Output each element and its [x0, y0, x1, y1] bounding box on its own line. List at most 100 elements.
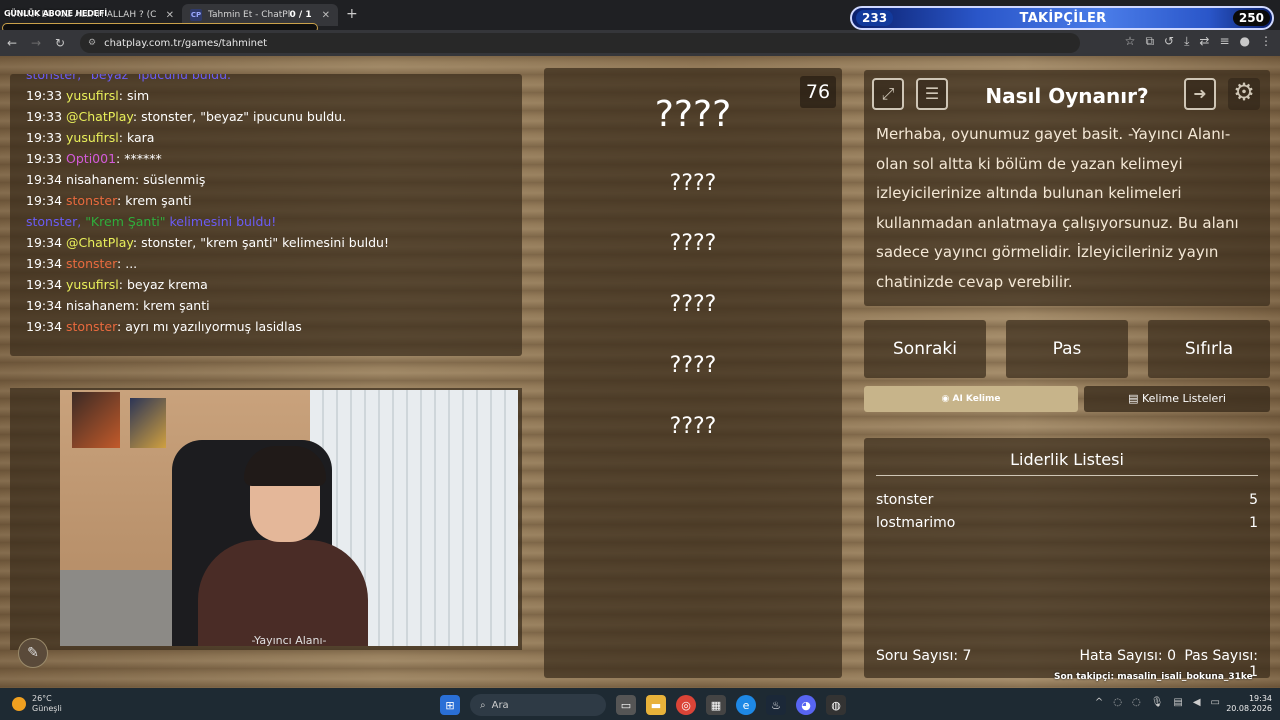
main-word: ????: [654, 94, 732, 135]
chat-time: 19:34: [26, 298, 63, 313]
player-name: lostmarimo: [876, 515, 956, 531]
chat-time: 19:34: [26, 172, 63, 187]
leaderboard-row: stonster 5: [876, 492, 1258, 508]
translate-icon[interactable]: ⇄: [1199, 34, 1209, 49]
how-to-play-title: Nasıl Oynanır?: [985, 84, 1149, 108]
chat-username[interactable]: stonster,: [26, 74, 81, 82]
reload-icon[interactable]: ↻: [48, 36, 72, 50]
player-score: 5: [1249, 492, 1258, 508]
volume-icon[interactable]: ◀: [1193, 697, 1201, 708]
chat-text: : kara: [118, 130, 155, 145]
chat-time: 19:34: [26, 235, 63, 250]
followers-label: TAKİPÇİLER: [1019, 10, 1107, 26]
obs-icon[interactable]: ◍: [826, 695, 846, 715]
word-lists-button[interactable]: ▤ Kelime Listeleri: [1084, 386, 1270, 412]
reset-button[interactable]: Sıfırla: [1148, 320, 1270, 378]
search-label: Ara: [491, 699, 509, 711]
chat-username[interactable]: nisahanem: [66, 298, 135, 313]
ai-icon: ◉: [941, 394, 953, 404]
fullscreen-icon[interactable]: ⤢: [872, 78, 904, 110]
battery-icon[interactable]: ▭: [1211, 697, 1220, 708]
chat-username[interactable]: stonster,: [26, 214, 81, 229]
steam-icon[interactable]: ♨: [766, 695, 786, 715]
chat-message: 19:33 yusufirsl: kara: [26, 127, 522, 148]
download-icon[interactable]: ⤓: [1184, 34, 1189, 49]
exit-icon[interactable]: ➜: [1184, 78, 1216, 110]
browser-nav-bar: ← → ↻ ⚙ chatplay.com.tr/games/tahminet ☆…: [0, 30, 1280, 56]
tray-chevron-icon[interactable]: ^: [1095, 697, 1103, 708]
chat-text: : ayrı mı yazılıyormuş lasidlas: [117, 319, 302, 334]
gear-icon[interactable]: ⚙: [1228, 78, 1260, 110]
close-icon[interactable]: ✕: [166, 10, 174, 21]
notes-icon[interactable]: ☰: [916, 78, 948, 110]
chat-username[interactable]: nisahanem: [66, 172, 135, 187]
chat-time: 19:34: [26, 319, 63, 334]
network-icon[interactable]: ▤: [1173, 697, 1182, 708]
system-clock[interactable]: 19:34 20.08.2026: [1226, 694, 1272, 714]
profile-icon[interactable]: ●: [1240, 34, 1250, 49]
chat-username[interactable]: stonster: [66, 319, 117, 334]
media-icon[interactable]: ≡: [1219, 34, 1229, 49]
chatplay-favicon-icon: CP: [190, 9, 202, 21]
forward-icon[interactable]: →: [24, 36, 48, 50]
chat-text: : sim: [118, 88, 150, 103]
leaderboard-panel: Liderlik Listesi stonster 5 lostmarimo 1…: [864, 438, 1270, 680]
leaderboard-title: Liderlik Listesi: [876, 450, 1258, 476]
site-info-icon[interactable]: ⚙: [88, 38, 96, 48]
windows-start-icon[interactable]: ⊞: [440, 695, 460, 715]
mic-icon[interactable]: 🎙: [1151, 697, 1164, 708]
chat-username[interactable]: yusufirsl: [66, 277, 119, 292]
weather-widget[interactable]: 26°C Güneşli: [12, 694, 62, 714]
chat-username[interactable]: @ChatPlay: [66, 109, 133, 124]
chat-text: "beyaz" ipucunu buldu.: [81, 74, 231, 82]
chat-username[interactable]: @ChatPlay: [66, 235, 133, 250]
address-bar[interactable]: ⚙ chatplay.com.tr/games/tahminet: [80, 33, 1080, 53]
ai-word-label: AI Kelime: [952, 394, 1001, 404]
leaderboard-row: lostmarimo 1: [876, 515, 1258, 531]
followers-current: 233: [856, 10, 894, 26]
chat-text: : ******: [116, 151, 162, 166]
list-icon: ▤: [1128, 392, 1142, 405]
weather-desc: Güneşli: [32, 704, 62, 713]
taskbar-search[interactable]: ⌕ Ara: [470, 694, 606, 716]
history-icon[interactable]: ↺: [1164, 34, 1174, 49]
url-text: chatplay.com.tr/games/tahminet: [104, 37, 268, 49]
streamer-area-label: -Yayıncı Alanı-: [251, 634, 327, 647]
how-to-play-text: Merhaba, oyunumuz gayet basit. -Yayıncı …: [876, 125, 1239, 291]
menu-icon[interactable]: ⋮: [1260, 34, 1272, 49]
next-button[interactable]: Sonraki: [864, 320, 986, 378]
tray-app-icon[interactable]: ◌: [1132, 697, 1141, 708]
file-explorer-icon[interactable]: ▬: [646, 695, 666, 715]
windows-taskbar: 26°C Güneşli ⊞ ⌕ Ara ▭ ▬ ◎ ▦ e ♨ ◕ ◍ ^ ◌…: [0, 688, 1280, 720]
chrome-icon[interactable]: ◎: [676, 695, 696, 715]
chat-username[interactable]: yusufirsl: [66, 88, 119, 103]
chat-text: : stonster, "beyaz" ipucunu buldu.: [132, 109, 347, 124]
chat-username[interactable]: Opti001: [66, 151, 116, 166]
pencil-icon[interactable]: ✎: [18, 638, 48, 668]
player-score: 1: [1249, 515, 1258, 531]
system-tray: ^ ◌ ◌ 🎙 ▤ ◀ ▭: [1095, 697, 1220, 708]
close-icon[interactable]: ✕: [322, 10, 330, 21]
tray-app-icon[interactable]: ◌: [1113, 697, 1122, 708]
chat-message: 19:34 nisahanem: süslenmiş: [26, 169, 522, 190]
pass-button[interactable]: Pas: [1006, 320, 1128, 378]
followers-goal: 250: [1232, 10, 1270, 26]
back-icon[interactable]: ←: [0, 36, 24, 50]
search-icon: ⌕: [480, 699, 486, 711]
new-tab-icon[interactable]: +: [346, 6, 358, 22]
chat-username[interactable]: stonster: [66, 256, 117, 271]
word-lists-label: Kelime Listeleri: [1141, 392, 1226, 405]
chat-username[interactable]: yusufirsl: [66, 130, 119, 145]
ai-word-button[interactable]: ◉ AI Kelime: [864, 386, 1078, 412]
discord-icon[interactable]: ◕: [796, 695, 816, 715]
chat-text: : stonster, "krem şanti" kelimesini buld…: [132, 235, 389, 250]
extensions-icon[interactable]: ⧉: [1145, 34, 1154, 49]
streamer-area: -Yayıncı Alanı-: [10, 388, 522, 650]
edge-icon[interactable]: e: [736, 695, 756, 715]
sun-icon: [12, 697, 26, 711]
chat-username[interactable]: stonster: [66, 193, 117, 208]
bookmark-star-icon[interactable]: ☆: [1125, 34, 1136, 49]
question-count: Soru Sayısı: 7: [876, 648, 972, 664]
store-icon[interactable]: ▦: [706, 695, 726, 715]
task-view-icon[interactable]: ▭: [616, 695, 636, 715]
